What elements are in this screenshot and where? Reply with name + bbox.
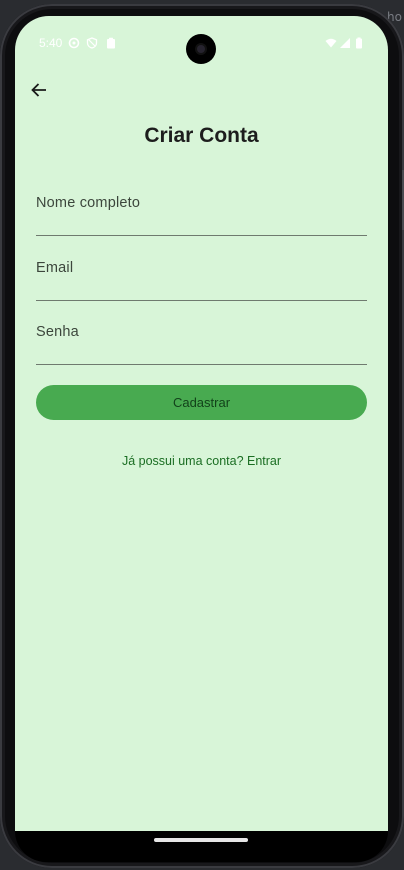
home-indicator[interactable] [154, 838, 248, 842]
login-link[interactable]: Já possui uma conta? Entrar [15, 454, 388, 468]
email-label: Email [36, 260, 74, 276]
page-title: Criar Conta [144, 124, 259, 147]
password-label: Senha [36, 324, 79, 340]
full-name-label: Nome completo [36, 195, 141, 211]
shield-icon [86, 37, 98, 49]
front-camera [186, 34, 216, 64]
battery-icon [356, 37, 362, 49]
status-time: 5:40 [39, 36, 63, 50]
register-button[interactable]: Cadastrar [36, 385, 367, 420]
wifi-icon [325, 38, 337, 48]
navigation-bar [15, 831, 388, 862]
signal-icon [340, 38, 350, 48]
password-field[interactable]: Senha [36, 314, 367, 365]
back-button[interactable] [27, 78, 51, 102]
clipboard-icon [107, 37, 115, 49]
full-name-field[interactable]: Nome completo [36, 185, 367, 236]
settings-icon [68, 37, 80, 49]
app-screen: 5:40 Criar Conta Nome completo Email Sen… [15, 16, 388, 831]
arrow-left-icon [31, 83, 46, 97]
camera-lens [197, 45, 205, 53]
email-field[interactable]: Email [36, 250, 367, 301]
